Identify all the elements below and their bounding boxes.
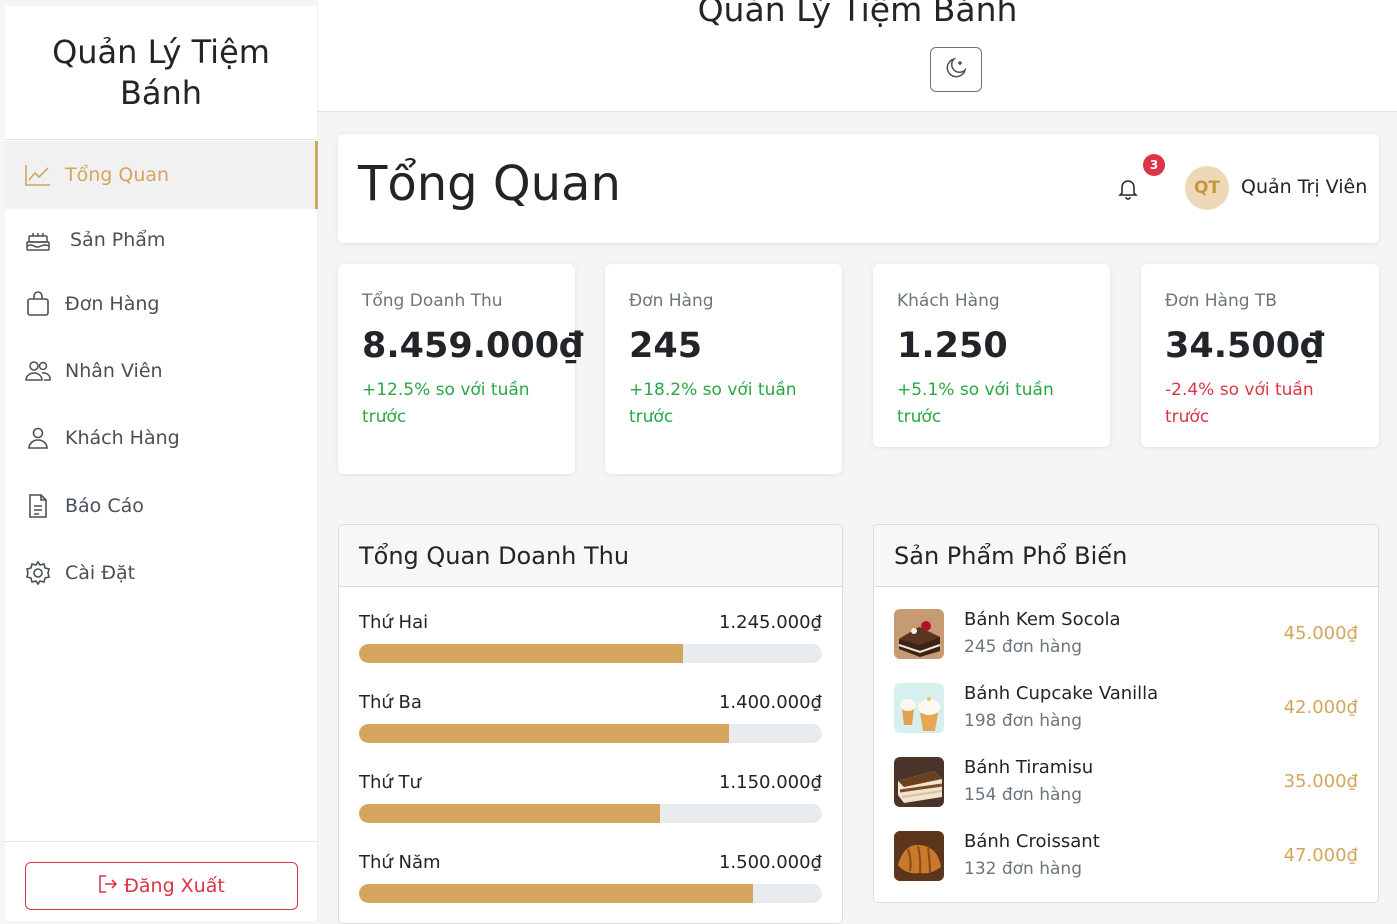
sidebar-item-label: Khách Hàng (65, 427, 180, 449)
product-price: 42.000₫ (1283, 697, 1358, 718)
product-name: Bánh Croissant (964, 831, 1100, 852)
app-title: Quản Lý Tiệm Bánh (697, 0, 1018, 29)
progress-track (359, 884, 822, 903)
sidebar-footer: Đăng Xuất (5, 841, 318, 921)
product-orders: 245 đơn hàng (964, 637, 1082, 657)
panel-title: Sản Phẩm Phổ Biến (874, 525, 1378, 587)
product-item[interactable]: Bánh Kem Socola 245 đơn hàng 45.000₫ (894, 609, 1358, 683)
stat-card-customers: Khách Hàng 1.250 +5.1% so với tuần trước (873, 264, 1110, 447)
product-image-chocolate-cake (894, 609, 944, 659)
avatar[interactable]: QT (1185, 166, 1229, 210)
product-orders: 132 đơn hàng (964, 859, 1082, 879)
revenue-row: Thứ Tư 1.150.000₫ (359, 772, 822, 842)
product-price: 35.000₫ (1283, 771, 1358, 792)
progress-track (359, 804, 822, 823)
theme-toggle-button[interactable] (930, 47, 982, 92)
progress-track (359, 644, 822, 663)
revenue-amount: 1.500.000₫ (718, 852, 822, 873)
stat-change: -2.4% so với tuần trước (1165, 380, 1314, 427)
gear-icon (25, 560, 51, 586)
revenue-day: Thứ Ba (359, 692, 422, 713)
product-name: Bánh Tiramisu (964, 757, 1094, 778)
people-icon (25, 358, 51, 384)
stat-change: +12.5% so với tuần trước (362, 380, 530, 427)
panel-title: Tổng Quan Doanh Thu (339, 525, 842, 587)
top-bar: Quản Lý Tiệm Bánh (318, 0, 1397, 112)
stat-value: 1.250 (897, 326, 1008, 366)
sidebar-item-label: Cài Đặt (65, 562, 136, 584)
sidebar-brand: Quản Lý Tiệm Bánh (5, 6, 317, 140)
user-name[interactable]: Quản Trị Viên (1241, 176, 1367, 198)
revenue-row: Thứ Năm 1.500.000₫ (359, 852, 822, 922)
revenue-day: Thứ Hai (359, 612, 429, 633)
logout-icon (98, 874, 124, 898)
popular-products-panel: Sản Phẩm Phổ Biến Bánh Kem Socola 245 đơ… (873, 524, 1379, 903)
stat-value: 245 (629, 326, 703, 366)
stat-card-revenue: Tổng Doanh Thu 8.459.000₫ +12.5% so với … (338, 264, 583, 474)
revenue-day: Thứ Năm (359, 852, 441, 873)
stat-value: 34.500₫ (1165, 326, 1325, 366)
product-item[interactable]: Bánh Tiramisu 154 đơn hàng 35.000₫ (894, 757, 1358, 831)
progress-track (359, 724, 822, 743)
bell-icon[interactable] (1118, 178, 1138, 204)
revenue-panel: Tổng Quan Doanh Thu Thứ Hai 1.245.000₫ T… (338, 524, 843, 924)
stat-card-orders: Đơn Hàng 245 +18.2% so với tuần trước (605, 264, 842, 474)
progress-fill (359, 724, 730, 743)
sidebar-item-label: Đơn Hàng (65, 293, 160, 315)
stat-card-avg-order: Đơn Hàng TB 34.500₫ -2.4% so với tuần tr… (1141, 264, 1379, 447)
bag-icon (25, 291, 51, 317)
chart-line-icon (25, 162, 51, 188)
product-price: 47.000₫ (1283, 845, 1358, 866)
moon-stars-icon (945, 57, 967, 83)
revenue-amount: 1.245.000₫ (718, 612, 822, 633)
revenue-day: Thứ Tư (359, 772, 421, 793)
sidebar-item-products[interactable]: Sản Phẩm (5, 206, 318, 274)
sidebar-item-label: Sản Phẩm (70, 229, 166, 251)
sidebar-item-label: Báo Cáo (65, 495, 144, 517)
revenue-amount: 1.150.000₫ (718, 772, 822, 793)
stat-change: +5.1% so với tuần trước (897, 380, 1054, 427)
product-item[interactable]: Bánh Croissant 132 đơn hàng 47.000₫ (894, 831, 1358, 902)
sidebar-item-customers[interactable]: Khách Hàng (5, 404, 318, 472)
stat-value: 8.459.000₫ (362, 326, 584, 366)
revenue-row: Thứ Ba 1.400.000₫ (359, 692, 822, 762)
sidebar-item-staff[interactable]: Nhân Viên (5, 337, 318, 405)
notification-badge: 3 (1143, 154, 1165, 176)
page-header: Tổng Quan 3 QT Quản Trị Viên (338, 134, 1379, 243)
product-image-vanilla-cupcake (894, 683, 944, 733)
sidebar-item-settings[interactable]: Cài Đặt (5, 539, 318, 607)
cake-icon (25, 227, 51, 253)
product-orders: 154 đơn hàng (964, 785, 1082, 805)
product-name: Bánh Kem Socola (964, 609, 1121, 630)
document-icon (25, 493, 51, 519)
sidebar-item-reports[interactable]: Báo Cáo (5, 472, 318, 540)
stat-label: Tổng Doanh Thu (362, 291, 503, 311)
logout-label: Đăng Xuất (124, 875, 225, 897)
revenue-row: Thứ Hai 1.245.000₫ (359, 612, 822, 682)
stat-label: Khách Hàng (897, 291, 1000, 311)
stat-change: +18.2% so với tuần trước (629, 380, 797, 427)
progress-fill (359, 884, 753, 903)
sidebar-item-label: Tổng Quan (65, 164, 170, 186)
product-price: 45.000₫ (1283, 623, 1358, 644)
person-icon (25, 425, 51, 451)
product-orders: 198 đơn hàng (964, 711, 1082, 731)
progress-fill (359, 804, 660, 823)
stat-label: Đơn Hàng TB (1165, 291, 1277, 311)
stat-label: Đơn Hàng (629, 291, 714, 311)
sidebar-item-label: Nhân Viên (65, 360, 163, 382)
revenue-amount: 1.400.000₫ (718, 692, 822, 713)
product-name: Bánh Cupcake Vanilla (964, 683, 1159, 704)
product-image-tiramisu (894, 757, 944, 807)
product-item[interactable]: Bánh Cupcake Vanilla 198 đơn hàng 42.000… (894, 683, 1358, 757)
sidebar-item-orders[interactable]: Đơn Hàng (5, 270, 318, 338)
progress-fill (359, 644, 684, 663)
sidebar-item-overview[interactable]: Tổng Quan (5, 141, 318, 209)
product-image-croissant (894, 831, 944, 881)
sidebar: Quản Lý Tiệm Bánh Tổng Quan Sản Phẩm Đơn… (5, 6, 318, 921)
logout-button[interactable]: Đăng Xuất (25, 862, 298, 910)
page-title: Tổng Quan (358, 156, 621, 212)
